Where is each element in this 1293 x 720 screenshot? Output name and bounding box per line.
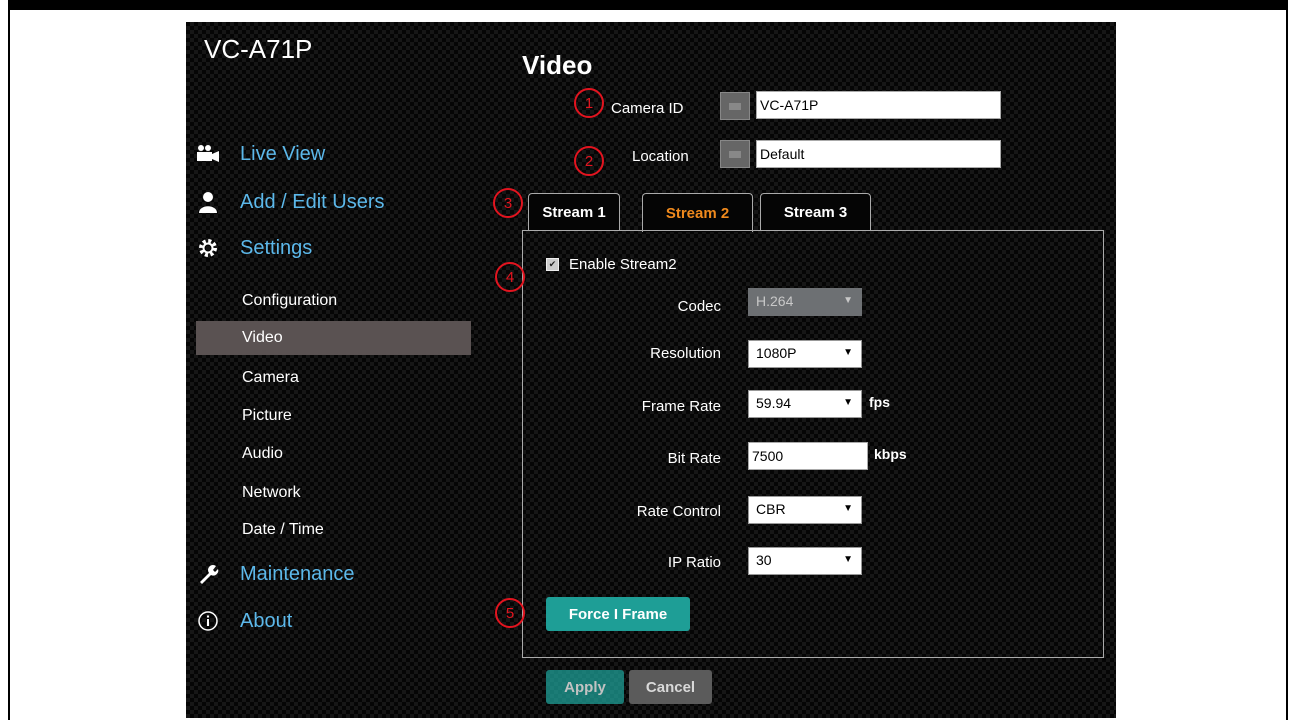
camera-web-ui: VC-A71P Live View Add / Edit Users Setti… [186,22,1116,718]
frame-rate-label: Frame Rate [641,398,721,415]
model-name: VC-A71P [204,34,313,64]
codec-select: H.264 ▼ [748,288,862,316]
subnav-video[interactable]: Video [196,321,471,355]
nav-maintenance[interactable]: Maintenance [196,562,355,586]
nav-label: About [240,609,293,632]
nav-live-view[interactable]: Live View [196,142,325,166]
codec-value: H.264 [756,293,794,309]
keyboard-icon [729,102,741,110]
subnav-camera[interactable]: Camera [196,361,471,395]
bit-rate-label: Bit Rate [667,450,721,467]
tab-stream-3[interactable]: Stream 3 [760,193,871,231]
subnav-date-time[interactable]: Date / Time [196,513,471,547]
rate-control-value: CBR [756,501,786,517]
nav-settings[interactable]: Settings [196,236,312,260]
wrench-icon [196,562,220,586]
chevron-down-icon: ▼ [843,554,853,565]
user-icon [196,190,220,214]
frame-rate-select[interactable]: 59.94 ▼ [748,390,862,418]
location-icon-button[interactable] [720,140,750,168]
nav-label: Live View [240,142,326,165]
frame-rate-unit: fps [869,394,890,410]
keyboard-icon [729,150,741,158]
callout-2: 2 [574,146,604,176]
page-title: Video [522,50,593,80]
video-camera-icon [196,142,220,166]
resolution-label: Resolution [650,345,721,362]
camera-id-input[interactable] [756,91,1001,119]
nav-label: Settings [240,236,313,259]
subnav-audio[interactable]: Audio [196,437,471,471]
gear-icon [196,236,220,260]
ip-ratio-value: 30 [756,552,772,568]
cancel-button[interactable]: Cancel [629,670,712,704]
subnav-picture[interactable]: Picture [196,399,471,433]
location-label: Location [632,148,689,165]
bit-rate-input[interactable] [748,442,868,470]
ip-ratio-label: IP Ratio [667,554,721,571]
callout-5: 5 [495,598,525,628]
codec-label: Codec [677,298,721,315]
callout-3: 3 [493,188,523,218]
ip-ratio-select[interactable]: 30 ▼ [748,547,862,575]
rate-control-label: Rate Control [636,503,721,520]
resolution-select[interactable]: 1080P ▼ [748,340,862,368]
tab-stream-1[interactable]: Stream 1 [528,193,620,231]
bit-rate-unit: kbps [874,446,907,462]
enable-stream-checkbox[interactable]: ✔ [546,258,559,271]
callout-1: 1 [574,88,604,118]
nav-label: Maintenance [240,562,355,585]
document-top-border [8,0,1288,8]
apply-button[interactable]: Apply [546,670,624,704]
tab-stream-2[interactable]: Stream 2 [642,193,753,232]
chevron-down-icon: ▼ [843,397,853,408]
camera-id-icon-button[interactable] [720,92,750,120]
subnav-configuration[interactable]: Configuration [196,284,471,318]
frame-rate-value: 59.94 [756,395,792,411]
chevron-down-icon: ▼ [843,347,853,358]
force-i-frame-button[interactable]: Force I Frame [546,597,690,631]
chevron-down-icon: ▼ [843,295,853,306]
nav-about[interactable]: About [196,609,292,633]
callout-4: 4 [495,262,525,292]
enable-stream-row[interactable]: ✔ Enable Stream2 [546,256,677,273]
location-input[interactable] [756,140,1001,168]
nav-label: Add / Edit Users [240,190,385,213]
camera-id-label: Camera ID [611,100,684,117]
enable-stream-label: Enable Stream2 [569,256,677,273]
nav-add-edit-users[interactable]: Add / Edit Users [196,190,385,214]
info-icon [196,609,220,633]
resolution-value: 1080P [756,345,797,361]
chevron-down-icon: ▼ [843,503,853,514]
rate-control-select[interactable]: CBR ▼ [748,496,862,524]
subnav-network[interactable]: Network [196,476,471,510]
